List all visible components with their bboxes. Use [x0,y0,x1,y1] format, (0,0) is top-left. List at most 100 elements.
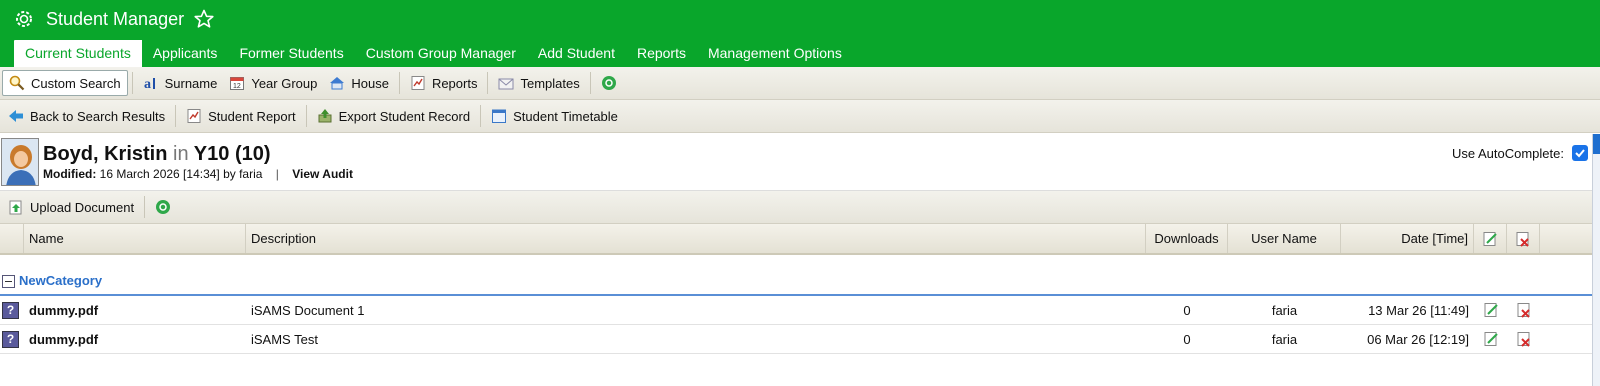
edit-document-icon[interactable] [1483,302,1499,318]
delete-document-icon[interactable] [1516,302,1532,318]
star-outline-icon[interactable] [194,9,214,29]
calendar-icon: 12 [230,77,245,90]
header-delete [1507,224,1540,253]
back-label: Back to Search Results [30,108,166,124]
timetable-icon [492,109,507,123]
row-downloads: 0 [1183,331,1191,347]
export-student-record-button[interactable]: Export Student Record [311,103,477,129]
student-timetable-button[interactable]: Student Timetable [485,103,624,129]
toolbar-divider [398,72,400,94]
side-panel-tab[interactable] [1593,134,1600,154]
autocomplete-checkbox[interactable] [1572,145,1588,161]
header-date[interactable]: Date [Time] [1341,224,1474,253]
row-date: 06 Mar 26 [12:19] [1367,331,1469,347]
checkmark-icon [1575,149,1585,158]
back-to-search-results-button[interactable]: Back to Search Results [2,103,171,129]
tab-add-student[interactable]: Add Student [527,40,626,67]
student-toolbar: Back to Search Results Student Report Ex… [0,100,1600,133]
header-user-name[interactable]: User Name [1228,224,1341,253]
row-type-cell: ? [0,330,24,348]
templates-label: Templates [520,75,580,91]
row-user-name: faria [1271,302,1298,318]
row-description: iSAMS Document 1 [251,302,365,318]
svg-text:12: 12 [233,83,241,90]
year-group-button[interactable]: 12 Year Group [223,70,323,96]
student-avatar [1,137,39,186]
student-name: Boyd, Kristin [43,142,168,165]
timetable-label: Student Timetable [513,108,618,124]
custom-search-label: Custom Search [31,75,121,91]
student-manager-app: Student Manager Current Students Applica… [0,0,1600,386]
help-shield-button[interactable] [595,70,629,96]
documents-help-button[interactable] [149,194,183,220]
upload-document-button[interactable]: Upload Document [2,194,140,220]
header-spacer [0,224,24,253]
report-chart-icon [411,76,425,90]
surname-button[interactable]: a Surname [137,70,224,96]
main-tabs: Current Students Applicants Former Stude… [0,38,1600,67]
search-toolbar: Custom Search a Surname 12 Year Group Ho… [0,67,1600,100]
header-downloads[interactable]: Downloads [1146,224,1228,253]
category-group: NewCategory [0,255,1600,296]
student-info: Boyd, Kristin in Y10 (10) Modified: 16 M… [43,143,353,181]
tab-former-students[interactable]: Former Students [228,40,354,67]
alphabet-icon: a [144,77,155,91]
export-label: Export Student Record [338,108,471,124]
view-audit-link[interactable]: View Audit [292,167,353,181]
header-description[interactable]: Description [246,224,1146,253]
modified-value: 16 March 2026 [14:34] by faria [99,166,263,181]
delete-document-icon [1516,231,1529,247]
autocomplete-label: Use AutoComplete: [1451,145,1564,161]
toolbar-divider [589,72,591,94]
tab-applicants[interactable]: Applicants [142,40,229,67]
house-icon [330,77,345,90]
table-row[interactable]: ? dummy.pdf iSAMS Document 1 0 faria 13 … [0,296,1600,325]
upload-label: Upload Document [30,199,135,215]
header-edit [1474,224,1507,253]
row-edit-cell [1474,302,1507,318]
documents-toolbar: Upload Document [0,191,1600,224]
gear-badge-icon [16,11,32,27]
back-arrow-icon [9,110,23,122]
export-icon [318,109,332,123]
edit-document-icon [1483,231,1497,246]
custom-search-button[interactable]: Custom Search [2,70,128,96]
toolbar-divider [144,196,146,218]
student-report-label: Student Report [208,108,296,124]
tab-management-options[interactable]: Management Options [697,40,853,67]
magnifier-icon [9,75,25,91]
row-file-name[interactable]: dummy.pdf [24,332,246,347]
row-edit-cell [1474,331,1507,347]
edit-document-icon[interactable] [1483,331,1499,347]
student-report-button[interactable]: Student Report [180,103,301,129]
header-name[interactable]: Name [24,224,246,253]
tab-custom-group-manager[interactable]: Custom Group Manager [355,40,527,67]
row-user-name: faria [1271,331,1298,347]
toolbar-divider [487,72,489,94]
collapse-toggle-icon[interactable] [2,275,15,288]
delete-document-icon[interactable] [1516,331,1532,347]
toolbar-divider [131,72,133,94]
reports-button[interactable]: Reports [404,70,484,96]
toolbar-divider [480,105,482,127]
row-file-name[interactable]: dummy.pdf [24,303,246,318]
year-group-label: Year Group [251,75,318,91]
report-chart-icon [187,109,201,123]
tab-reports[interactable]: Reports [626,40,697,67]
category-label[interactable]: NewCategory [19,273,102,288]
row-type-cell: ? [0,301,24,319]
student-modified-line: Modified: 16 March 2026 [14:34] by faria… [43,167,353,181]
templates-button[interactable]: Templates [492,70,585,96]
unknown-file-icon: ? [2,330,19,348]
side-panel-edge[interactable] [1592,134,1600,386]
tab-current-students[interactable]: Current Students [14,40,142,67]
envelope-icon [498,78,514,90]
svg-text:a: a [144,77,151,91]
house-button[interactable]: House [323,70,395,96]
student-in-word: in [173,142,189,165]
table-row[interactable]: ? dummy.pdf iSAMS Test 0 faria 06 Mar 26… [0,325,1600,354]
house-label: House [351,75,389,91]
toolbar-divider [305,105,307,127]
title-bar: Student Manager [0,0,1600,38]
app-title: Student Manager [46,8,185,29]
